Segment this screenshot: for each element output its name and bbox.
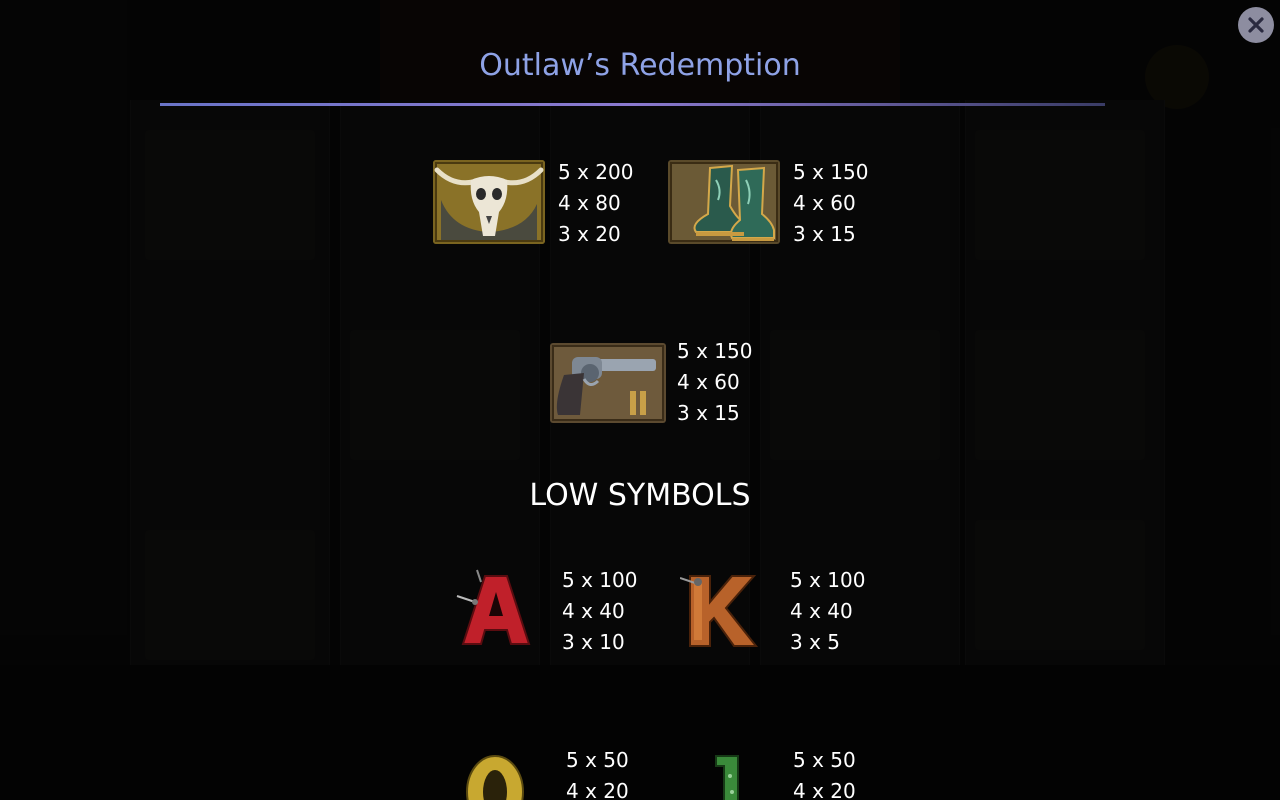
letter-k-icon	[679, 568, 762, 650]
pay-3: 3 x 10	[562, 630, 625, 654]
revolver-paytable: 5 x 150 4 x 60 3 x 15	[677, 336, 752, 429]
bull-skull-icon	[433, 160, 545, 244]
low-symbols-heading: LOW SYMBOLS	[529, 478, 751, 513]
close-icon	[1248, 17, 1264, 33]
paytable-title: Outlaw’s Redemption	[479, 48, 801, 83]
pay-5: 5 x 100	[790, 568, 866, 592]
pay-4: 4 x 20	[566, 779, 629, 800]
pay-3: 3 x 20	[558, 222, 621, 246]
pay-3: 3 x 5	[790, 630, 840, 654]
title-divider	[160, 103, 1105, 106]
pay-4: 4 x 60	[793, 191, 856, 215]
pay-5: 5 x 200	[558, 160, 634, 184]
letter-q-paytable: 5 x 50 4 x 20	[566, 745, 629, 800]
letter-k-paytable: 5 x 100 4 x 40 3 x 5	[790, 565, 865, 658]
pay-5: 5 x 50	[566, 748, 629, 772]
pay-3: 3 x 15	[677, 401, 740, 425]
pay-4: 4 x 20	[793, 779, 856, 800]
revolver-icon	[550, 343, 666, 423]
pay-4: 4 x 60	[677, 370, 740, 394]
letter-a-paytable: 5 x 100 4 x 40 3 x 10	[562, 565, 637, 658]
pay-4: 4 x 40	[790, 599, 853, 623]
pay-5: 5 x 150	[677, 339, 753, 363]
pay-5: 5 x 100	[562, 568, 638, 592]
pay-4: 4 x 40	[562, 599, 625, 623]
close-button[interactable]	[1238, 7, 1274, 43]
pay-5: 5 x 150	[793, 160, 869, 184]
pay-3: 3 x 15	[793, 222, 856, 246]
pay-4: 4 x 80	[558, 191, 621, 215]
cowboy-boots-icon	[668, 160, 780, 244]
letter-j-paytable: 5 x 50 4 x 20	[793, 745, 856, 800]
bull-skull-paytable: 5 x 200 4 x 80 3 x 20	[558, 157, 633, 250]
boots-paytable: 5 x 150 4 x 60 3 x 15	[793, 157, 868, 250]
letter-q-icon	[462, 752, 528, 800]
letter-a-icon	[455, 568, 535, 648]
pay-5: 5 x 50	[793, 748, 856, 772]
letter-j-icon	[692, 752, 752, 800]
